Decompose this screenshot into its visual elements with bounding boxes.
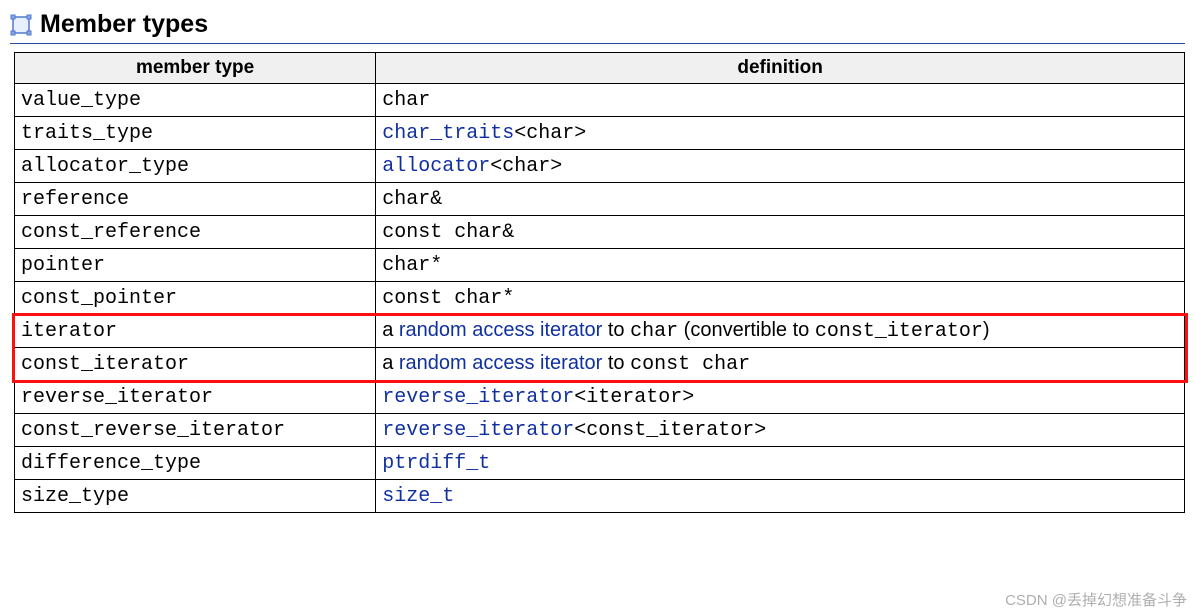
table-row: const_iteratora random access iterator t… bbox=[15, 348, 1185, 381]
table-row: value_typechar bbox=[15, 84, 1185, 117]
cell-definition: char& bbox=[376, 183, 1185, 216]
type-link[interactable]: reverse_iterator bbox=[382, 419, 574, 442]
box-icon bbox=[10, 14, 32, 36]
table-header-row: member type definition bbox=[15, 53, 1185, 84]
table-row: allocator_typeallocator<char> bbox=[15, 150, 1185, 183]
table-row: iteratora random access iterator to char… bbox=[15, 315, 1185, 348]
cell-member-type: allocator_type bbox=[15, 150, 376, 183]
table-row: const_pointerconst char* bbox=[15, 282, 1185, 315]
cell-member-type: value_type bbox=[15, 84, 376, 117]
cell-member-type: const_iterator bbox=[15, 348, 376, 381]
table-row: const_reverse_iteratorreverse_iterator<c… bbox=[15, 414, 1185, 447]
table-row: reverse_iteratorreverse_iterator<iterato… bbox=[15, 381, 1185, 414]
concept-link[interactable]: random access iterator bbox=[399, 319, 602, 341]
header-definition: definition bbox=[376, 53, 1185, 84]
cell-definition: size_t bbox=[376, 480, 1185, 513]
table-row: pointerchar* bbox=[15, 249, 1185, 282]
cell-definition: reverse_iterator<const_iterator> bbox=[376, 414, 1185, 447]
cell-definition: char bbox=[376, 84, 1185, 117]
type-link[interactable]: allocator bbox=[382, 155, 490, 178]
cell-member-type: reverse_iterator bbox=[15, 381, 376, 414]
cell-definition: allocator<char> bbox=[376, 150, 1185, 183]
cell-definition: ptrdiff_t bbox=[376, 447, 1185, 480]
cell-member-type: difference_type bbox=[15, 447, 376, 480]
cell-definition: char_traits<char> bbox=[376, 117, 1185, 150]
table-row: referencechar& bbox=[15, 183, 1185, 216]
cell-member-type: iterator bbox=[15, 315, 376, 348]
table-row: difference_type ptrdiff_t bbox=[15, 447, 1185, 480]
section-title-text: Member types bbox=[40, 10, 208, 39]
cell-definition: a random access iterator to const char bbox=[376, 348, 1185, 381]
cell-member-type: const_reverse_iterator bbox=[15, 414, 376, 447]
header-member-type: member type bbox=[15, 53, 376, 84]
watermark: CSDN @丢掉幻想准备斗争 bbox=[1005, 589, 1187, 610]
cell-definition: reverse_iterator<iterator> bbox=[376, 381, 1185, 414]
table-row: traits_typechar_traits<char> bbox=[15, 117, 1185, 150]
cell-member-type: const_pointer bbox=[15, 282, 376, 315]
cell-definition: char* bbox=[376, 249, 1185, 282]
cell-member-type: const_reference bbox=[15, 216, 376, 249]
table-wrap: member type definition value_typechartra… bbox=[14, 52, 1185, 513]
table-row: size_type size_t bbox=[15, 480, 1185, 513]
cell-member-type: traits_type bbox=[15, 117, 376, 150]
concept-link[interactable]: random access iterator bbox=[399, 352, 602, 374]
cell-definition: a random access iterator to char (conver… bbox=[376, 315, 1185, 348]
cell-member-type: pointer bbox=[15, 249, 376, 282]
member-types-table: member type definition value_typechartra… bbox=[14, 52, 1185, 513]
cell-member-type: size_type bbox=[15, 480, 376, 513]
cell-definition: const char* bbox=[376, 282, 1185, 315]
type-link[interactable]: reverse_iterator bbox=[382, 386, 574, 409]
type-link[interactable]: char_traits bbox=[382, 122, 514, 145]
cell-member-type: reference bbox=[15, 183, 376, 216]
section-title: Member types bbox=[10, 10, 1185, 44]
type-link[interactable]: size_t bbox=[382, 485, 454, 508]
cell-definition: const char& bbox=[376, 216, 1185, 249]
type-link[interactable]: ptrdiff_t bbox=[382, 452, 490, 475]
table-row: const_referenceconst char& bbox=[15, 216, 1185, 249]
